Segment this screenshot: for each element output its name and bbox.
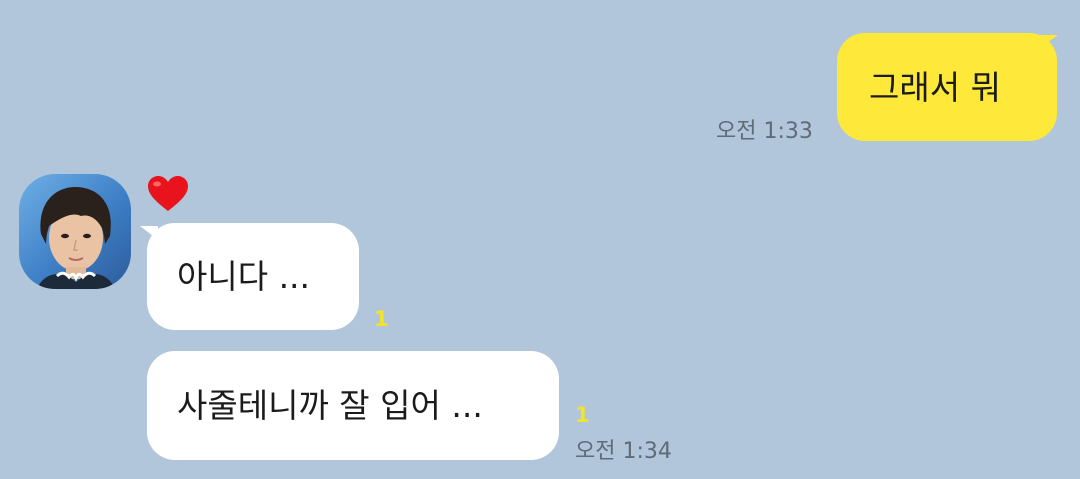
unread-count: 1 (374, 307, 389, 331)
heart-reaction-icon[interactable] (147, 175, 189, 217)
sent-message-bubble[interactable]: 그래서 뭐 (837, 33, 1057, 141)
message-time: 오전 1:34 (575, 439, 672, 464)
profile-avatar[interactable] (19, 174, 131, 289)
message-text: 그래서 뭐 (869, 67, 1001, 107)
received-message-bubble[interactable]: 사줄테니까 잘 입어 ... (147, 351, 559, 460)
message-text: 사줄테니까 잘 입어 ... (177, 386, 483, 425)
received-message-bubble[interactable]: 아니다 ... (147, 223, 359, 330)
chat-area[interactable]: 그래서 뭐 오전 1:33 아니다 ... 1 사줄테니까 잘 입어 ... 1… (0, 0, 1080, 479)
unread-count: 1 (575, 403, 590, 427)
message-time: 오전 1:33 (716, 119, 813, 144)
message-text: 아니다 ... (177, 257, 311, 296)
